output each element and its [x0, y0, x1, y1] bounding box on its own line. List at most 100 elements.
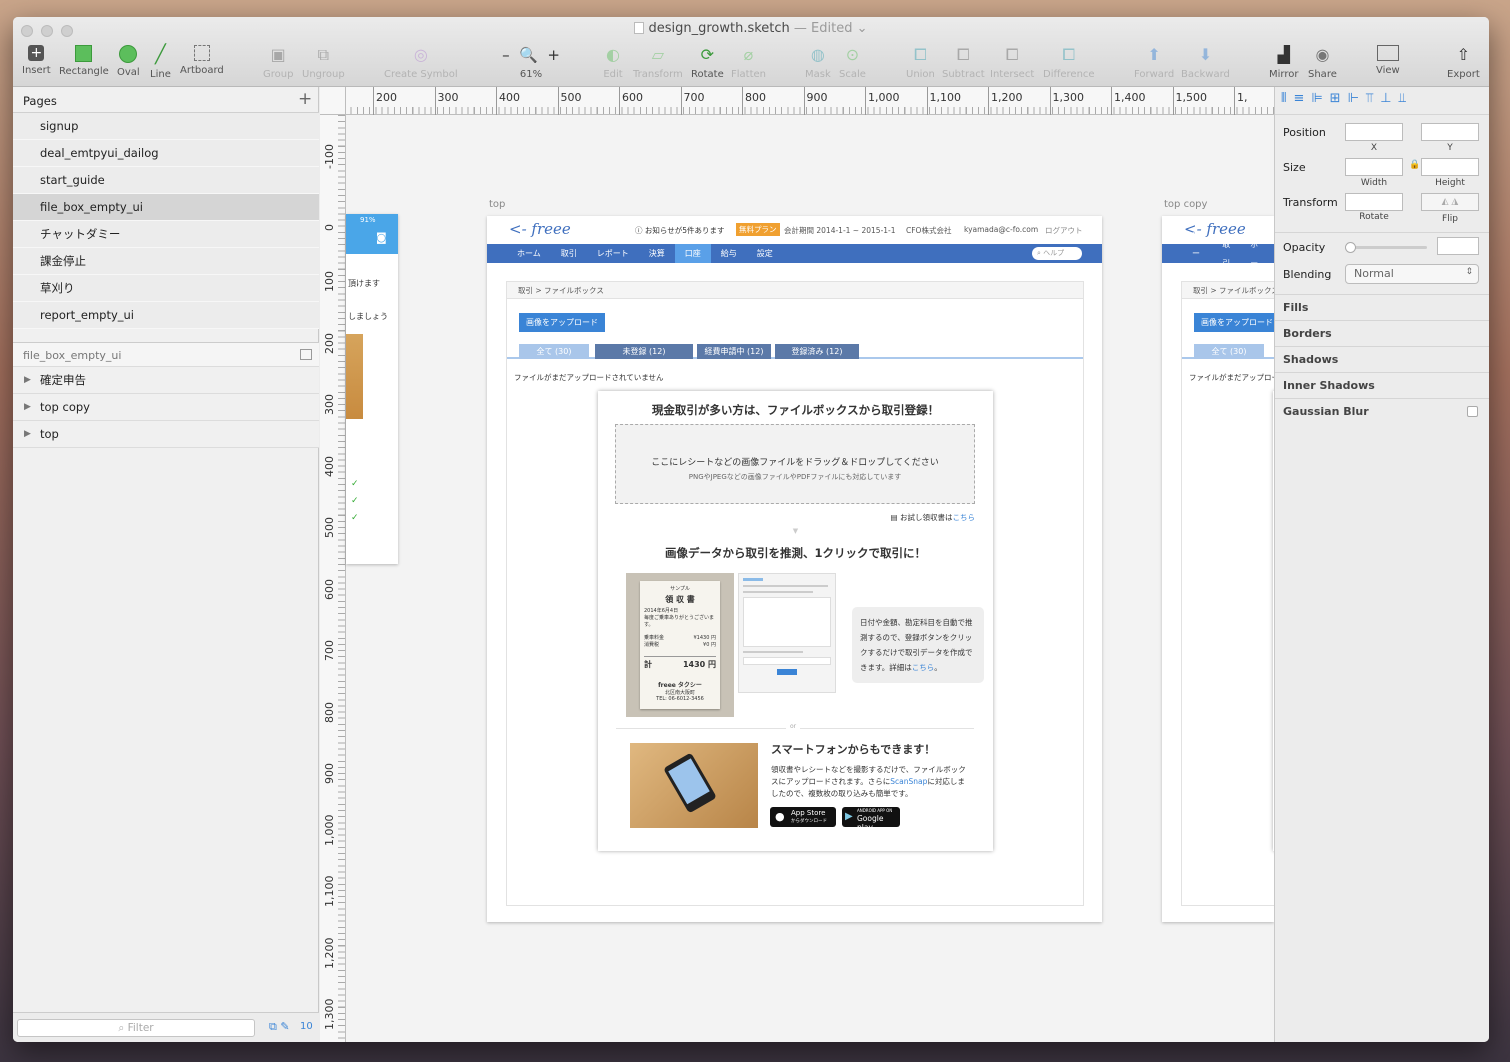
artboard-button[interactable]: Artboard	[180, 45, 224, 76]
layer-item[interactable]: ▶ top copy	[13, 394, 319, 421]
disclosure-triangle-icon[interactable]: ▶	[24, 367, 31, 394]
page-item[interactable]: file_box_empty_ui	[13, 194, 319, 221]
width-input[interactable]	[1345, 158, 1403, 176]
rotate-icon: ⟳	[700, 45, 715, 64]
drop-zone[interactable]: ここにレシートなどの画像ファイルをドラッグ＆ドロップしてください PNGやJPE…	[615, 424, 975, 504]
scansnap-link[interactable]: ScanSnap	[890, 777, 927, 786]
flip-buttons[interactable]: ◭ ◮	[1421, 193, 1479, 211]
insert-button[interactable]: + Insert	[22, 45, 51, 76]
page-item[interactable]: deal_emtpyui_dailog	[13, 140, 319, 167]
subtract-button[interactable]: ⧠ Subtract	[942, 45, 985, 80]
details-link[interactable]: こちら	[912, 663, 935, 672]
layer-item[interactable]: ▶ 確定申告	[13, 367, 319, 394]
canvas[interactable]: 200 300 400 500 600 700 800 900 1,000 1,100 1,200 1…	[320, 87, 1274, 1042]
inspector-section[interactable]: Borders	[1275, 320, 1489, 346]
union-button[interactable]: ⧠ Union	[906, 45, 935, 80]
filter-tab[interactable]: 未登録 (12)	[595, 344, 693, 359]
help-search[interactable]: ⌕ ヘルプ	[1032, 247, 1082, 260]
blending-select[interactable]: Normal ⇕	[1345, 264, 1479, 284]
filter-tab[interactable]: 経費申請中 (12)	[697, 344, 771, 359]
forward-button[interactable]: ⬆ Forward	[1134, 45, 1174, 80]
gaussian-blur-checkbox[interactable]	[1467, 406, 1478, 417]
lock-icon[interactable]: 🔒	[1409, 160, 1420, 170]
align-toolbar[interactable]: ⫴≡⊫⊞⊩⫪⊥⫫	[1275, 87, 1489, 115]
nav-item[interactable]: ホーム	[507, 244, 551, 263]
page-item[interactable]: signup	[13, 113, 319, 140]
horizontal-ruler[interactable]: 200 300 400 500 600 700 800 900 1,000 1,100 1,200 1…	[320, 87, 1274, 115]
google-play-badge[interactable]: ▶ ANDROID APP ON Google play	[842, 807, 900, 832]
zoom-control[interactable]: – 🔍 + 61%	[501, 45, 561, 80]
rectangle-icon	[75, 45, 93, 62]
flatten-button[interactable]: ⌀ Flatten	[731, 45, 766, 80]
mirror-button[interactable]: ▟ Mirror	[1269, 45, 1298, 80]
ruler-tick-label: 1,300	[1049, 87, 1084, 115]
filter-tab[interactable]: 全て (30)	[519, 344, 589, 359]
artboard-label-top-copy[interactable]: top copy	[1164, 199, 1207, 210]
page-item[interactable]: 草刈り	[13, 275, 319, 302]
page-item[interactable]: チャットダミー	[13, 221, 319, 248]
rectangle-button[interactable]: Rectangle	[59, 45, 109, 77]
nav-item[interactable]: 給与	[711, 244, 747, 263]
upload-button[interactable]: 画像をアップロード	[519, 313, 605, 332]
backward-button[interactable]: ⬇ Backward	[1181, 45, 1230, 80]
disclosure-triangle-icon[interactable]: ▶	[24, 394, 31, 421]
nav-item[interactable]: 口座	[674, 244, 711, 263]
inspector-section[interactable]: Shadows	[1275, 346, 1489, 372]
page-item[interactable]: 課金停止	[13, 248, 319, 275]
artboard-phone[interactable]: 91% ◙ 頂けます しましょう ✓ ✓ ✓	[346, 214, 398, 564]
opacity-input[interactable]	[1437, 237, 1479, 255]
page-item[interactable]: report_empty_ui	[13, 302, 319, 329]
create-symbol-button[interactable]: ◎ Create Symbol	[384, 45, 458, 80]
height-input[interactable]	[1421, 158, 1479, 176]
sample-receipt-link[interactable]: ▤ お試し領収書はこちら	[891, 512, 975, 523]
line-button[interactable]: ╱ Line	[150, 45, 171, 81]
add-page-button[interactable]: +	[298, 89, 312, 109]
artboard-top-copy[interactable]: <- freee ホーム取引レポート 取引 > ファイルボックス 画像をアップロ…	[1162, 216, 1274, 922]
nav-item[interactable]: レポート	[587, 244, 639, 263]
collapse-pages-icon[interactable]	[300, 349, 312, 360]
inspector-section[interactable]: Inner Shadows	[1275, 372, 1489, 398]
zoom-in-button[interactable]: +	[547, 46, 560, 64]
zoom-out-button[interactable]: –	[502, 46, 510, 64]
vertical-ruler[interactable]: -100 0 100 200 300 400 500 600 700 800 900 1,000 1,1…	[320, 115, 346, 1042]
edit-button[interactable]: ◐ Edit	[603, 45, 623, 80]
artboard-top[interactable]: <- freee ⓘ お知らせが5件あります 無料プラン 会計期間 2014-1…	[487, 216, 1102, 922]
logout-link[interactable]: ログアウト	[1045, 225, 1083, 236]
scale-button[interactable]: ⊙ Scale	[839, 45, 866, 80]
inspector-section[interactable]: Fills	[1275, 294, 1489, 320]
app-store-badge[interactable]: ● App Store からダウンロード	[770, 807, 836, 827]
plan-badge[interactable]: 無料プラン	[736, 223, 780, 236]
intersect-button[interactable]: ⧠ Intersect	[990, 45, 1034, 80]
group-button[interactable]: ▣ Group	[263, 45, 293, 80]
freee-nav: ホーム 取引 レポート 決算 口座 給与 設定	[487, 244, 1102, 263]
position-y-input[interactable]	[1421, 123, 1479, 141]
inspector-section[interactable]: Gaussian Blur	[1275, 398, 1489, 424]
freee-header: <- freee ⓘ お知らせが5件あります 無料プラン 会計期間 2014-1…	[509, 220, 1083, 238]
position-x-input[interactable]	[1345, 123, 1403, 141]
slider-knob[interactable]	[1345, 242, 1356, 253]
export-button[interactable]: ⇧ Export	[1447, 45, 1480, 80]
symbols-filter-icon[interactable]: ⧉ ✎	[269, 1020, 290, 1034]
filter-tab[interactable]: 登録済み (12)	[775, 344, 859, 359]
ungroup-button[interactable]: ⧉ Ungroup	[302, 45, 345, 80]
tab-all[interactable]: 全て (30)	[1194, 344, 1264, 359]
share-button[interactable]: ◉ Share	[1308, 45, 1337, 80]
artboard-label-top[interactable]: top	[489, 199, 505, 210]
nav-item[interactable]: 設定	[747, 244, 783, 263]
page-item[interactable]: start_guide	[13, 167, 319, 194]
disclosure-triangle-icon[interactable]: ▶	[24, 421, 31, 448]
nav-item[interactable]: 取引	[551, 244, 587, 263]
rotate-input[interactable]	[1345, 193, 1403, 211]
upload-button[interactable]: 画像をアップロード	[1194, 313, 1274, 332]
transform-button[interactable]: ▱ Transform	[633, 45, 683, 80]
oval-button[interactable]: Oval	[117, 45, 140, 78]
layer-item[interactable]: ▶ top	[13, 421, 319, 448]
opacity-slider[interactable]	[1345, 242, 1427, 253]
difference-button[interactable]: ⧠ Difference	[1043, 45, 1095, 80]
notice[interactable]: ⓘ お知らせが5件あります	[635, 225, 725, 236]
nav-item[interactable]: 決算	[639, 244, 675, 263]
filter-input[interactable]: ⌕ Filter	[17, 1019, 255, 1037]
view-button[interactable]: View	[1376, 45, 1400, 76]
rotate-button[interactable]: ⟳ Rotate	[691, 45, 724, 80]
mask-button[interactable]: ◍ Mask	[805, 45, 831, 80]
